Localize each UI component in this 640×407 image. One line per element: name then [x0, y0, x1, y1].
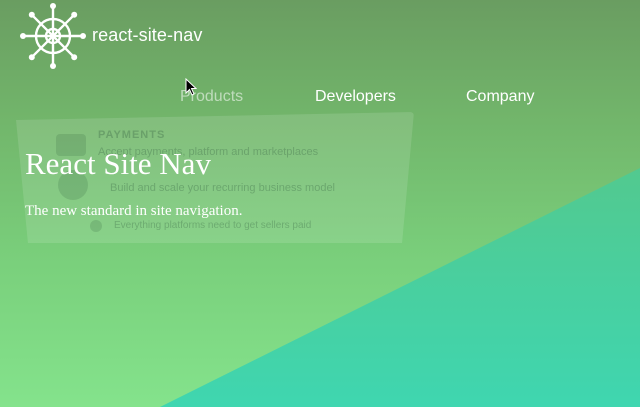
hero-title: React Site Nav — [25, 146, 211, 181]
site-nav: Products Developers Company — [0, 86, 640, 110]
nav-item-developers[interactable]: Developers — [315, 86, 396, 108]
brand-logo[interactable]: react-site-nav — [20, 3, 203, 69]
dropdown-heading: PAYMENTS — [98, 129, 166, 141]
nav-item-company[interactable]: Company — [466, 86, 534, 108]
dropdown-line: Build and scale your recurring business … — [110, 182, 336, 194]
brand-name: react-site-nav — [92, 24, 203, 45]
ship-wheel-icon — [20, 3, 86, 69]
dropdown-line: Everything platforms need to get sellers… — [114, 220, 312, 231]
hero-subtitle: The new standard in site navigation. — [25, 203, 243, 219]
nav-item-products[interactable]: Products — [180, 86, 243, 108]
connect-icon — [90, 220, 102, 232]
